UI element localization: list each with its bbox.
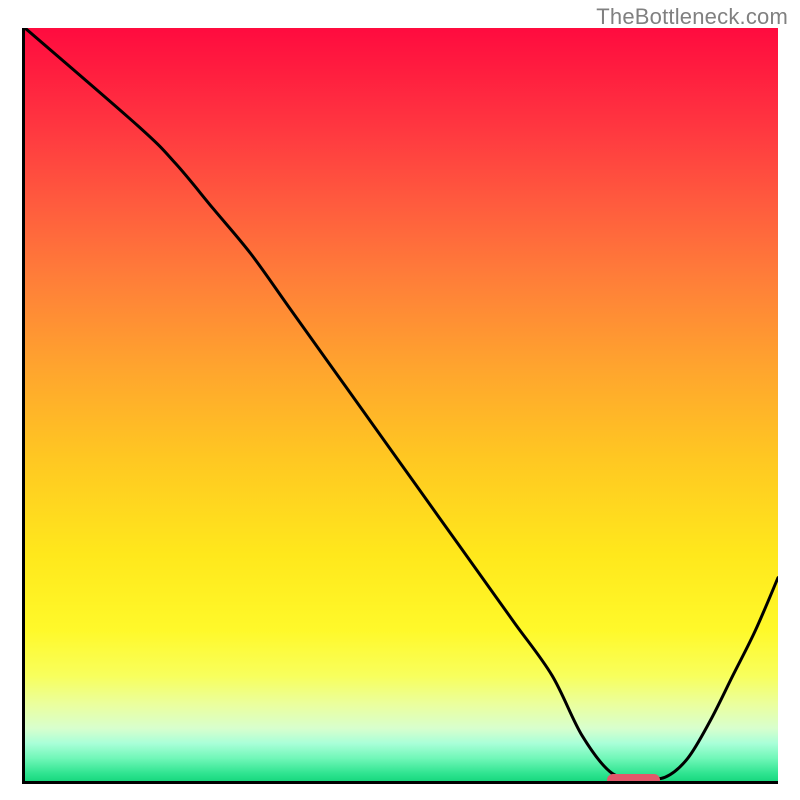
plot-area bbox=[22, 28, 778, 784]
bottleneck-curve-path bbox=[25, 28, 778, 779]
chart-container: TheBottleneck.com bbox=[0, 0, 800, 800]
optimal-marker bbox=[607, 774, 660, 784]
watermark-text: TheBottleneck.com bbox=[596, 4, 788, 30]
curve-svg bbox=[25, 28, 778, 781]
